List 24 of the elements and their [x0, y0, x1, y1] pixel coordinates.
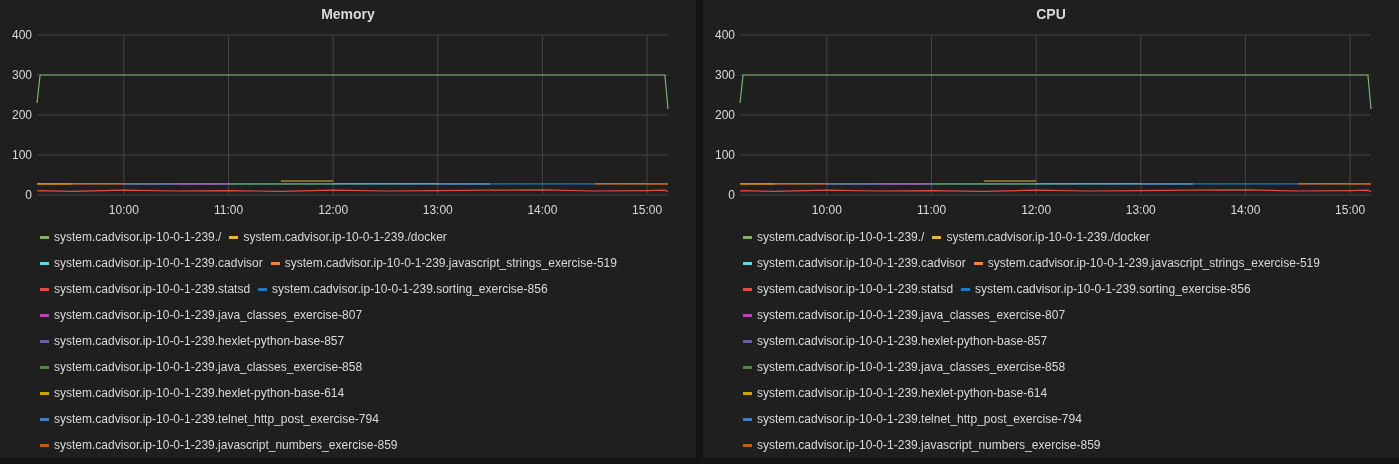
- x-tick-label: 13:00: [1125, 203, 1156, 217]
- y-tick-label: 300: [714, 68, 735, 82]
- x-tick-label: 13:00: [422, 203, 453, 217]
- x-tick-label: 11:00: [213, 203, 244, 217]
- x-tick-label: 14:00: [1230, 203, 1261, 217]
- y-tick-label: 300: [11, 68, 32, 82]
- panel-title: Memory: [320, 5, 376, 24]
- y-tick-label: 0: [728, 188, 735, 202]
- y-tick-label: 400: [11, 28, 32, 42]
- panel-title: CPU: [1035, 5, 1067, 24]
- y-tick-label: 100: [11, 148, 32, 162]
- x-tick-label: 11:00: [916, 203, 947, 217]
- x-tick-label: 12:00: [318, 203, 349, 217]
- y-tick-label: 100: [714, 148, 735, 162]
- y-tick-label: 200: [11, 108, 32, 122]
- y-tick-label: 200: [714, 108, 735, 122]
- x-tick-label: 10:00: [108, 203, 139, 217]
- y-tick-label: 400: [714, 28, 735, 42]
- y-tick-label: 0: [25, 188, 32, 202]
- x-tick-label: 15:00: [632, 203, 663, 217]
- x-tick-label: 15:00: [1335, 203, 1366, 217]
- x-tick-label: 10:00: [811, 203, 842, 217]
- x-tick-label: 14:00: [527, 203, 558, 217]
- x-tick-label: 12:00: [1021, 203, 1052, 217]
